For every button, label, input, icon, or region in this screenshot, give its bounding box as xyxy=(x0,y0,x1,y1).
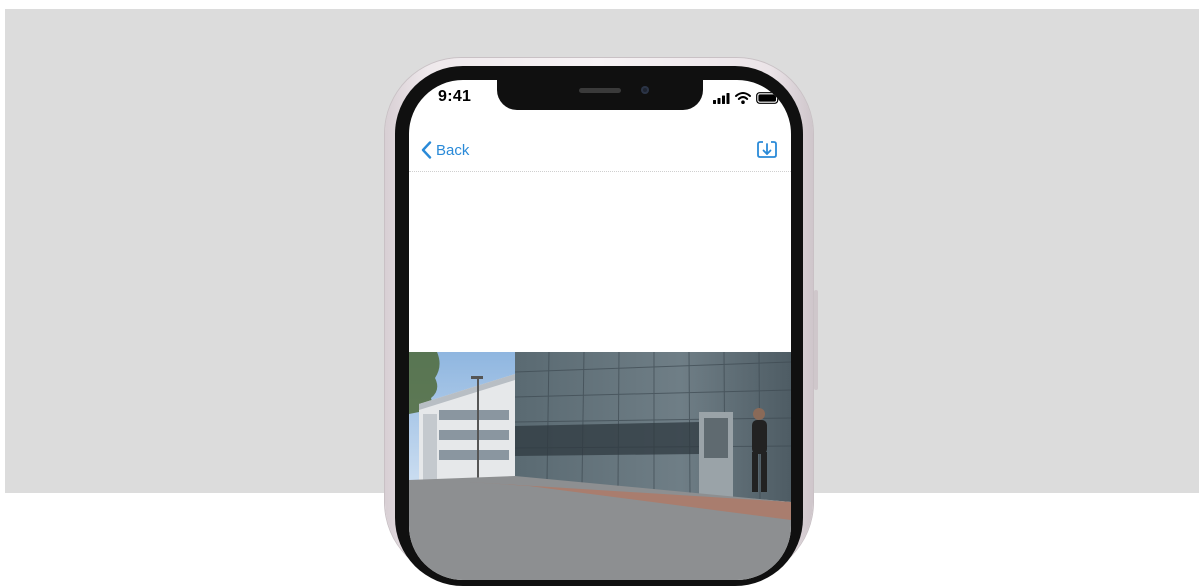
back-label: Back xyxy=(436,141,470,159)
front-camera xyxy=(641,86,649,94)
navigation-bar: Back xyxy=(409,132,791,172)
video-frame xyxy=(409,352,791,580)
status-icons xyxy=(713,92,781,104)
speaker-grille xyxy=(579,88,621,93)
wifi-icon xyxy=(735,92,751,104)
phone-notch xyxy=(497,80,703,110)
download-icon[interactable] xyxy=(756,139,778,161)
phone-screen: 9:41 Back xyxy=(409,80,791,580)
phone-side-button-right xyxy=(814,290,818,390)
back-button[interactable]: Back xyxy=(421,138,469,162)
chevron-left-icon xyxy=(421,141,432,159)
battery-icon xyxy=(756,92,781,104)
signal-icon xyxy=(713,93,730,104)
status-time: 9:41 xyxy=(438,88,472,105)
